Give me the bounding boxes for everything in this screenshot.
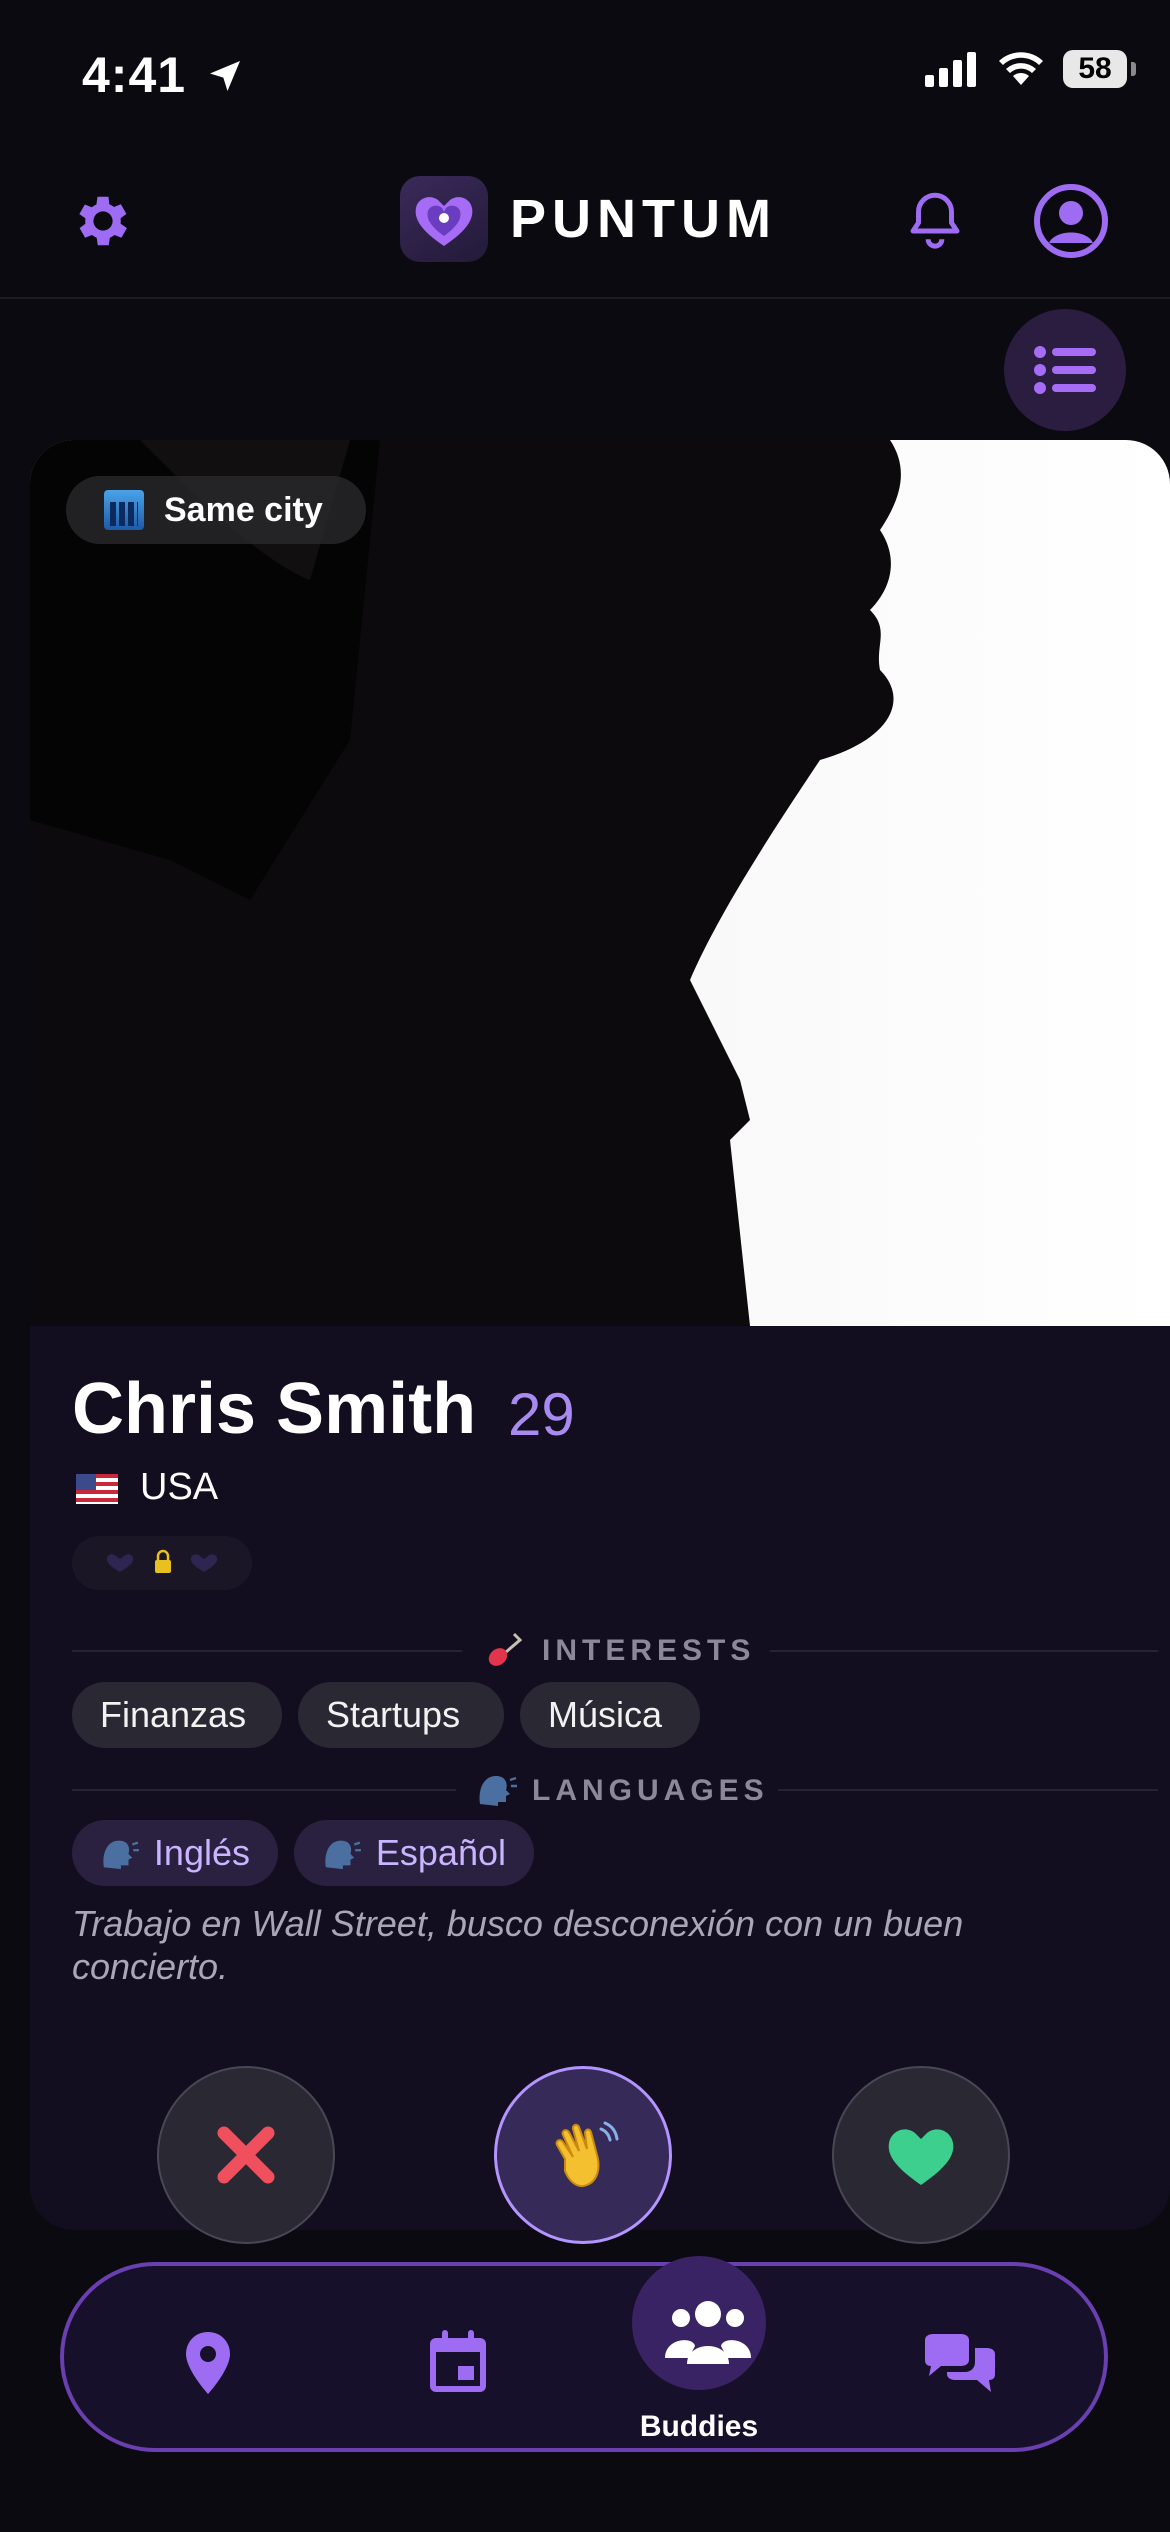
profile-photo: Same city xyxy=(30,440,1170,1326)
status-indicators: 58 xyxy=(923,50,1136,88)
cityscape-icon xyxy=(104,490,144,530)
pass-button[interactable] xyxy=(157,2066,335,2244)
same-city-badge: Same city xyxy=(66,476,366,544)
calendar-icon[interactable] xyxy=(428,2330,488,2394)
waving-hand-icon xyxy=(555,2121,619,2187)
buddies-icon[interactable] xyxy=(663,2296,753,2368)
interests-divider-right xyxy=(770,1650,1158,1652)
close-icon xyxy=(217,2126,275,2184)
hearts-locked-icon xyxy=(106,1549,218,1573)
list-view-button[interactable] xyxy=(1004,309,1126,431)
profile-age: 29 xyxy=(508,1381,575,1448)
status-time: 4:41 xyxy=(82,46,245,104)
same-city-label: Same city xyxy=(164,490,323,529)
location-icon[interactable] xyxy=(183,2330,233,2396)
speaking-head-icon xyxy=(479,1776,517,1806)
heart-icon xyxy=(888,2129,954,2185)
like-button[interactable] xyxy=(832,2066,1010,2244)
battery-cap xyxy=(1131,62,1136,76)
wifi-icon xyxy=(999,52,1043,85)
silhouette-image xyxy=(30,440,901,1326)
languages-divider-left xyxy=(72,1789,456,1791)
interest-chip: Startups xyxy=(298,1682,504,1748)
bell-icon[interactable] xyxy=(902,186,968,254)
heart-logo-icon xyxy=(415,197,473,246)
gear-icon[interactable] xyxy=(70,188,136,254)
interests-title: INTERESTS xyxy=(542,1634,756,1667)
guitar-icon xyxy=(488,1632,523,1666)
header-divider xyxy=(0,297,1170,299)
language-label: Español xyxy=(375,1832,506,1873)
app-logo xyxy=(400,176,488,262)
brand-name: PUNTUM xyxy=(510,189,777,249)
language-label: Inglés xyxy=(153,1832,250,1873)
profile-country: USA xyxy=(140,1466,219,1508)
compatibility-locked[interactable] xyxy=(72,1536,252,1590)
list-icon xyxy=(1034,346,1096,394)
speaking-head-icon xyxy=(325,1840,361,1870)
profile-bio: Trabajo en Wall Street, busco desconexió… xyxy=(72,1903,964,1987)
profile-name: Chris Smith xyxy=(72,1369,477,1449)
languages-divider-right xyxy=(778,1789,1158,1791)
interest-chip: Finanzas xyxy=(72,1682,282,1748)
interest-chip: Música xyxy=(520,1682,700,1748)
speaking-head-icon xyxy=(103,1840,139,1870)
nav-active-label[interactable]: Buddies xyxy=(612,2410,786,2444)
languages-title: LANGUAGES xyxy=(532,1774,769,1807)
wave-button[interactable] xyxy=(494,2066,672,2244)
language-chip: Español xyxy=(294,1820,534,1886)
signal-icon xyxy=(925,52,976,87)
chat-icon[interactable] xyxy=(921,2334,997,2396)
usa-flag-icon xyxy=(76,1474,118,1504)
profile-icon[interactable] xyxy=(1033,183,1109,259)
interests-divider-left xyxy=(72,1650,462,1652)
language-chip: Inglés xyxy=(72,1820,278,1886)
battery-indicator: 58 xyxy=(1063,50,1127,88)
location-arrow-icon xyxy=(209,61,240,91)
